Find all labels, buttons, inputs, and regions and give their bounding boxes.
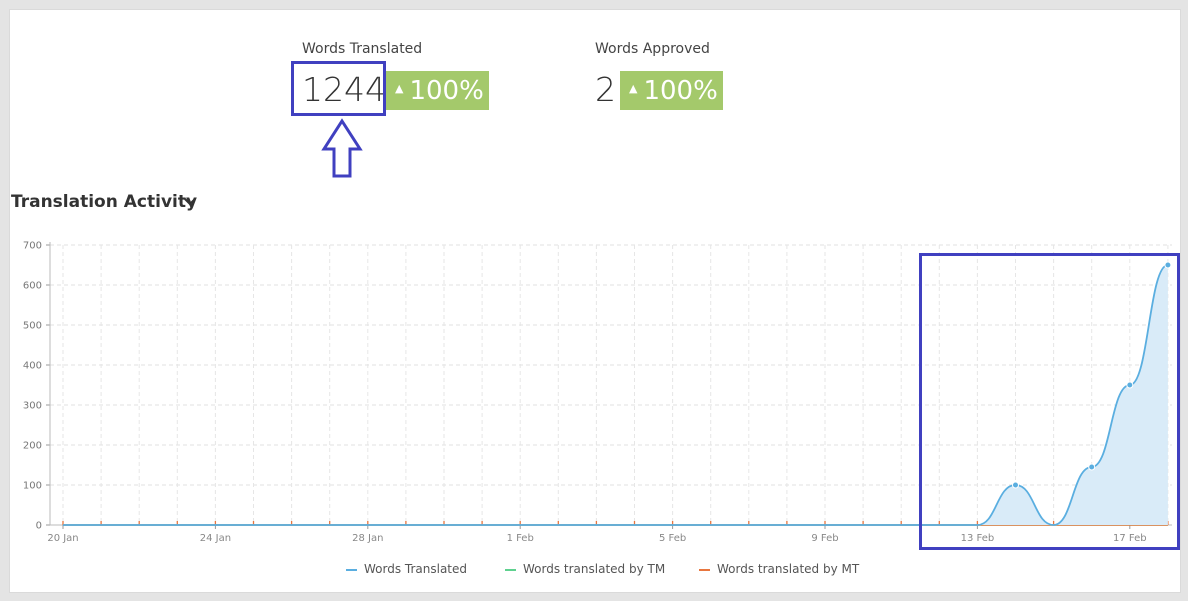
legend-item-words-translated[interactable]: Words Translated <box>346 562 467 576</box>
y-tick-label: 100 <box>23 481 42 492</box>
x-tick-label: 20 Jan <box>47 533 78 544</box>
legend-label: Words translated by TM <box>523 562 666 576</box>
y-tick-label: 200 <box>23 441 42 452</box>
y-tick-label: 400 <box>23 361 42 372</box>
legend-item-words-translated-mt[interactable]: Words translated by MT <box>699 562 859 576</box>
y-tick-label: 0 <box>36 521 42 532</box>
legend-swatch <box>346 568 357 571</box>
x-tick-label: 9 Feb <box>811 533 838 544</box>
legend-swatch <box>505 568 516 571</box>
legend-label: Words Translated <box>364 562 468 576</box>
legend-swatch <box>699 568 710 571</box>
y-tick-label: 600 <box>23 281 42 292</box>
y-tick-label: 700 <box>23 241 42 252</box>
chart-highlight-box <box>919 253 1180 550</box>
legend-item-words-translated-tm[interactable]: Words translated by TM <box>505 562 665 576</box>
x-tick-label: 24 Jan <box>200 533 231 544</box>
x-tick-label: 5 Feb <box>659 533 686 544</box>
y-tick-label: 500 <box>23 321 42 332</box>
y-tick-label: 300 <box>23 401 42 412</box>
x-tick-label: 1 Feb <box>507 533 534 544</box>
x-tick-label: 28 Jan <box>352 533 383 544</box>
legend-label: Words translated by MT <box>717 562 860 576</box>
